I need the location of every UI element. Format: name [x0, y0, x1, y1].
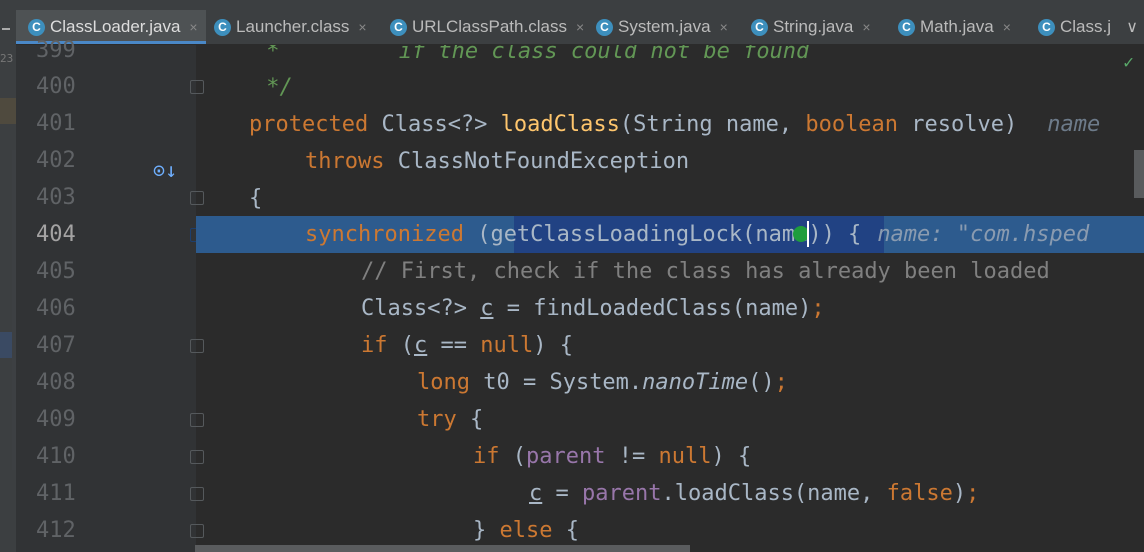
code-line-401: protected Class<?> loadClass(String name…	[249, 112, 1101, 137]
code-editor[interactable]: * if the class could not be found */ pro…	[196, 45, 1144, 552]
tab-label: Class.j	[1060, 17, 1112, 36]
line-number: 403	[36, 185, 76, 210]
line-number: 406	[36, 296, 76, 321]
tab-list-dropdown[interactable]: ∨	[1126, 10, 1138, 44]
text-caret	[807, 221, 809, 247]
editor-tab-bar: C ClassLoader.java × C Launcher.class × …	[16, 10, 1144, 45]
close-icon[interactable]: ×	[189, 19, 197, 35]
close-icon[interactable]: ×	[720, 19, 728, 35]
class-icon: C	[1038, 18, 1055, 36]
code-line-400: */	[253, 75, 293, 100]
horizontal-scrollbar[interactable]	[195, 545, 690, 552]
code-line-412: } else {	[473, 518, 579, 543]
code-line-411: c = parent.loadClass(name, false);	[529, 481, 980, 506]
class-icon: C	[214, 18, 231, 36]
tab-class-java[interactable]: C Class.j	[1038, 10, 1111, 44]
code-line-408: long t0 = System.nanoTime();	[417, 370, 788, 395]
line-number: 400	[36, 74, 76, 99]
tab-string-java[interactable]: C String.java ×	[751, 10, 871, 44]
vertical-scrollbar[interactable]	[1134, 150, 1144, 198]
close-icon[interactable]: ×	[1003, 19, 1011, 35]
code-line-399: * if the class could not be found	[253, 45, 810, 64]
editor-gutter: 399 400 401 402 403 404 405 406 407 408 …	[16, 38, 204, 552]
class-icon: C	[898, 18, 915, 36]
line-number: 409	[36, 407, 76, 432]
close-icon[interactable]: ×	[862, 19, 870, 35]
left-strip-marker	[0, 98, 16, 124]
line-number: 399	[36, 38, 76, 63]
tab-system-java[interactable]: C System.java ×	[596, 10, 728, 44]
line-number: 402	[36, 148, 76, 173]
code-line-404: synchronized (getClassLoadingLock(name))…	[305, 222, 1090, 247]
code-line-407: if (c == null) {	[361, 333, 573, 358]
title-strip	[16, 0, 1144, 10]
collapse-icon[interactable]	[2, 28, 10, 30]
tab-label: String.java	[773, 17, 854, 36]
code-line-403: {	[249, 186, 263, 211]
code-line-402: throws ClassNotFoundException	[305, 149, 690, 174]
close-icon[interactable]: ×	[358, 19, 366, 35]
line-number: 407	[36, 333, 76, 358]
class-icon: C	[596, 18, 613, 36]
tab-label: System.java	[618, 17, 711, 36]
tab-label: Math.java	[920, 17, 994, 36]
code-line-406: Class<?> c = findLoadedClass(name);	[361, 296, 825, 321]
tab-label: URLClassPath.class	[412, 17, 567, 36]
check-icon[interactable]: ✓	[1123, 52, 1134, 73]
line-number: 411	[36, 481, 76, 506]
code-line-409: try {	[417, 407, 484, 432]
line-number: 410	[36, 444, 76, 469]
line-number: 408	[36, 370, 76, 395]
code-line-405: // First, check if the class has already…	[361, 259, 1050, 284]
line-number: 401	[36, 111, 76, 136]
current-line-number: 404	[36, 222, 76, 247]
close-icon[interactable]: ×	[576, 19, 584, 35]
line-number: 412	[36, 518, 76, 543]
tab-urlclasspath-class[interactable]: C URLClassPath.class ×	[390, 10, 584, 44]
class-icon: C	[390, 18, 407, 36]
override-method-icon[interactable]: ⊙↓	[153, 158, 177, 182]
tab-label: Launcher.class	[236, 17, 350, 36]
code-line-410: if (parent != null) {	[473, 444, 752, 469]
left-strip-number: 23	[0, 52, 14, 65]
class-icon: C	[751, 18, 768, 36]
tab-launcher-class[interactable]: C Launcher.class ×	[214, 10, 367, 44]
line-number: 405	[36, 259, 76, 284]
tab-math-java[interactable]: C Math.java ×	[898, 10, 1011, 44]
project-tool-strip: 23	[0, 0, 16, 552]
